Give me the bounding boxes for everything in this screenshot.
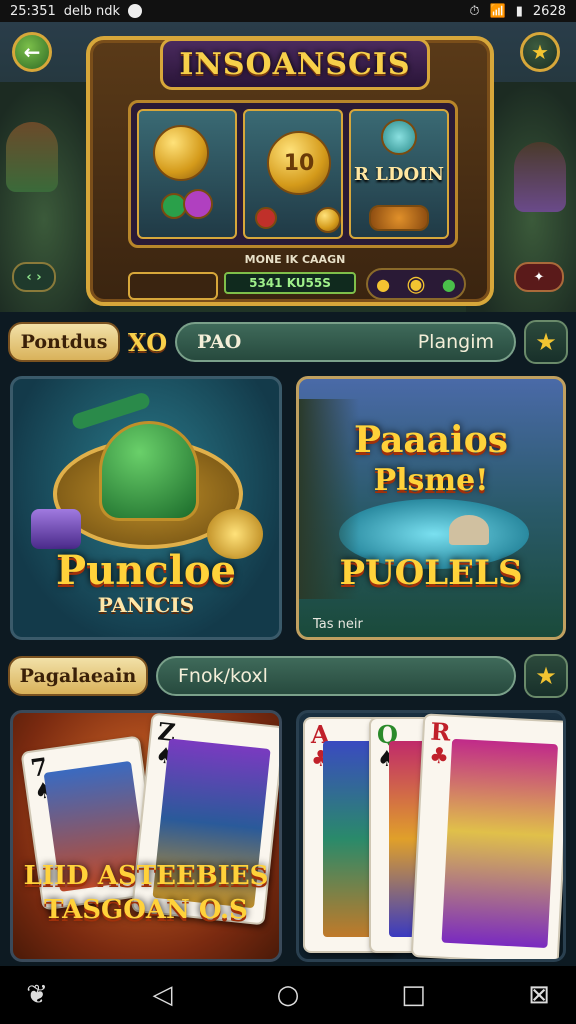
reel-3-label: R LDOIN	[353, 163, 445, 185]
category-tag-2[interactable]: Pagalaeain	[8, 656, 148, 696]
machine-title: INSOANSCIS	[179, 46, 411, 82]
category-tag-2-label: Pagalaeain	[19, 665, 137, 687]
right-menu-button[interactable]: ✦	[514, 262, 564, 292]
chip-icon: ●	[376, 274, 391, 294]
coin-icon: ◉	[406, 271, 426, 297]
game-tile-card-queens[interactable]: A ♣ Q ♠ R ♣	[296, 710, 566, 962]
battery-icon: ▮	[515, 3, 523, 19]
machine-subtitle: MONE IK CAAGN	[244, 253, 346, 266]
potion-icon	[381, 119, 417, 155]
left-menu-button[interactable]: ‹ ›	[12, 262, 56, 292]
hero-banner: ← ★ ‹ › ✦ INSOANSCIS 10 R LDOIN MONE IK …	[0, 22, 576, 312]
search-bar-1-right: Plangim	[417, 331, 494, 353]
purple-gem-icon	[183, 189, 213, 219]
favorite-button[interactable]: ★	[520, 32, 560, 72]
status-info: delb ndk	[63, 3, 121, 19]
star-icon: ★	[531, 40, 549, 64]
multiplier-label: XO	[128, 327, 168, 357]
search-bar-2[interactable]: Fnok/koxl	[156, 656, 516, 696]
reel-2: 10	[243, 109, 343, 239]
coin-stack-icon	[315, 207, 341, 233]
queen-portrait-icon	[441, 738, 559, 949]
search-bar-1[interactable]: PAO Plangim	[175, 322, 516, 362]
game3-title-line2: TASGOAN O.S	[44, 895, 248, 925]
favorite-button-1[interactable]: ★	[524, 320, 568, 364]
jackpot-coin-value: 10	[283, 150, 315, 176]
gold-coin-icon	[153, 125, 209, 181]
card-suit: ♣	[428, 743, 450, 770]
game1-title: Puncloe	[56, 547, 236, 594]
alarm-icon: ⏱	[469, 3, 480, 19]
reel-3: R LDOIN	[349, 109, 449, 239]
back-arrow-icon: ←	[23, 40, 41, 64]
app-icon[interactable]: ❦	[22, 980, 52, 1010]
apple-icon	[255, 207, 277, 229]
treasure-icon	[369, 205, 429, 231]
category-tag-1-label: Pontdus	[20, 331, 108, 353]
game2-title-line1: Paaaios	[353, 419, 509, 461]
bet-selector[interactable]	[128, 272, 218, 300]
battery-level: 2628	[532, 3, 566, 19]
favorite-button-2[interactable]: ★	[524, 654, 568, 698]
character-left	[6, 122, 58, 192]
game-tile-card-heroes[interactable]: 7 ♠ Z ♠ LIID ASTEEBIES TASGOAN O.S	[10, 710, 282, 962]
green-chip-icon: ●	[441, 274, 456, 294]
reels: 10 R LDOIN	[128, 100, 458, 248]
green-teapot-icon	[99, 421, 199, 521]
purple-dice-icon	[31, 509, 81, 549]
star-icon: ★	[535, 662, 557, 690]
game1-subtitle: PANICIS	[97, 593, 195, 617]
wifi-icon: 📶	[489, 3, 506, 19]
chips-panel[interactable]: ● ◉ ●	[366, 268, 466, 300]
recents-square-icon[interactable]: □	[399, 980, 429, 1010]
game-tile-puncloe[interactable]: Puncloe PANICIS	[10, 376, 282, 640]
playing-card: Z ♠	[130, 713, 279, 926]
game-tile-puolels[interactable]: Paaaios Plsme! PUOLELS Tas neir	[296, 376, 566, 640]
filter-bar-2: Pagalaeain Fnok/koxl ★	[8, 652, 568, 700]
status-time: 25:351	[10, 3, 56, 19]
search-bar-1-left: PAO	[197, 331, 242, 353]
game2-caption: Tas neir	[313, 617, 363, 632]
status-bar: 25:351 delb ndk ⏱ 📶 ▮ 2628	[0, 0, 576, 22]
bonus-icon: ✦	[533, 269, 545, 285]
game2-subtitle: PUOLELS	[339, 553, 523, 593]
playing-card: R ♣	[410, 713, 563, 959]
balance-display: 5341 KU55S	[224, 272, 356, 294]
reel-1	[137, 109, 237, 239]
close-box-icon[interactable]: ⊠	[524, 980, 554, 1010]
game3-title-line1: LIID ASTEEBIES	[23, 861, 269, 891]
back-button[interactable]: ←	[12, 32, 52, 72]
arrows-icon: ‹ ›	[26, 269, 42, 285]
character-right	[514, 142, 566, 212]
back-triangle-icon[interactable]: ◁	[148, 980, 178, 1010]
filter-bar-1: Pontdus XO PAO Plangim ★	[8, 318, 568, 366]
search-bar-2-left: Fnok/koxl	[178, 665, 268, 687]
card-rank: R	[429, 716, 452, 747]
game2-title-line2: Plsme!	[373, 463, 489, 498]
swan-icon	[449, 515, 489, 545]
category-tag-1[interactable]: Pontdus	[8, 322, 120, 362]
machine-title-box: INSOANSCIS	[160, 38, 430, 90]
home-circle-icon[interactable]: ○	[273, 980, 303, 1010]
star-icon: ★	[535, 328, 557, 356]
jackpot-coin-icon: 10	[267, 131, 331, 195]
slot-machine: INSOANSCIS 10 R LDOIN MONE IK CAAGN 5341…	[86, 36, 494, 306]
system-nav-bar: ❦ ◁ ○ □ ⊠	[0, 966, 576, 1024]
notification-icon	[128, 4, 143, 18]
